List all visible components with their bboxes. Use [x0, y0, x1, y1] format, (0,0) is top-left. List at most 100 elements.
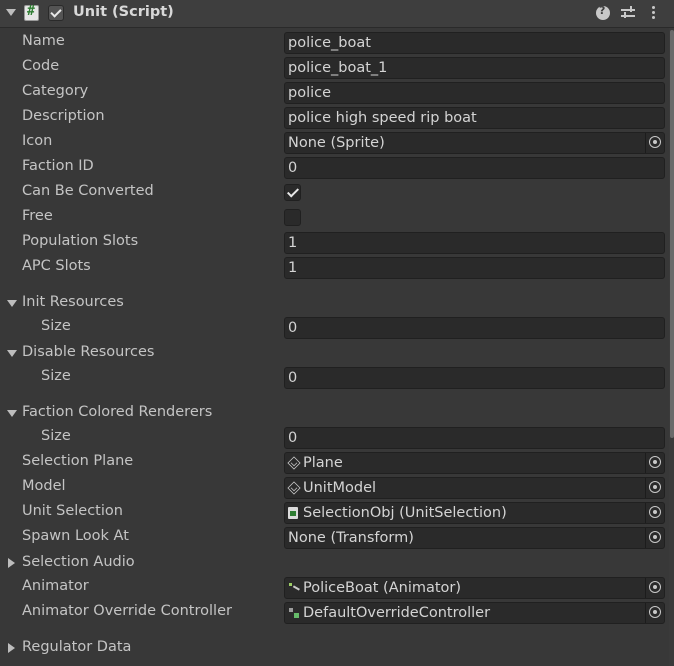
- field-row-faction-colored-renderers-size: Size 0: [0, 425, 674, 450]
- field-label: Animator Override Controller: [22, 603, 232, 619]
- field-row-animator-override-controller: Animator Override Controller DefaultOver…: [0, 600, 674, 625]
- object-picker-button[interactable]: [645, 503, 664, 523]
- field-row-population-slots: Population Slots 1: [0, 230, 674, 255]
- field-label: Can Be Converted: [22, 183, 154, 199]
- field-label: Unit Selection: [22, 503, 123, 519]
- field-label: Category: [22, 83, 89, 99]
- cube-icon: [287, 481, 301, 495]
- object-picker-icon: [649, 136, 661, 148]
- object-picker-button[interactable]: [645, 133, 664, 153]
- field-row-category: Category police: [0, 80, 674, 105]
- field-label: Spawn Look At: [22, 528, 129, 544]
- unit-selection-object-field[interactable]: SelectionObj (UnitSelection): [284, 502, 665, 524]
- preset-icon[interactable]: [621, 6, 635, 20]
- foldout-faction-colored-renderers[interactable]: Faction Colored Renderers: [0, 401, 674, 426]
- help-icon[interactable]: [596, 4, 610, 20]
- cube-icon: [287, 456, 301, 470]
- field-label: Size: [41, 318, 71, 334]
- animator-object-field[interactable]: PoliceBoat (Animator): [284, 577, 665, 599]
- foldout-disable-resources[interactable]: Disable Resources: [0, 341, 674, 366]
- foldout-selection-audio[interactable]: Selection Audio: [0, 551, 674, 576]
- foldout-arrow-icon[interactable]: [8, 558, 15, 568]
- disable-resources-size-input[interactable]: 0: [284, 367, 665, 389]
- field-row-free: Free: [0, 205, 674, 230]
- foldout-arrow-icon[interactable]: [7, 300, 17, 307]
- field-row-model: Model UnitModel: [0, 475, 674, 500]
- foldout-label: Disable Resources: [22, 344, 155, 360]
- field-label: APC Slots: [22, 258, 91, 274]
- field-label: Faction ID: [22, 158, 94, 174]
- field-row-disable-resources-size: Size 0: [0, 365, 674, 390]
- field-row-spawn-look-at: Spawn Look At None (Transform): [0, 525, 674, 550]
- field-label: Description: [22, 108, 105, 124]
- apc-slots-input[interactable]: 1: [284, 257, 665, 279]
- override-controller-icon: [288, 607, 300, 619]
- kebab-menu-icon[interactable]: [647, 6, 659, 20]
- object-picker-icon: [649, 456, 661, 468]
- field-label: Size: [41, 428, 71, 444]
- object-picker-icon: [649, 581, 661, 593]
- model-object-field[interactable]: UnitModel: [284, 477, 665, 499]
- code-input[interactable]: police_boat_1: [284, 57, 665, 79]
- faction-id-input[interactable]: 0: [284, 157, 665, 179]
- component-title: Unit (Script): [73, 4, 174, 20]
- foldout-regulator-data[interactable]: Regulator Data: [0, 636, 674, 661]
- object-picker-button[interactable]: [645, 578, 664, 598]
- foldout-arrow-icon[interactable]: [8, 643, 15, 653]
- spawn-look-at-object-field[interactable]: None (Transform): [284, 527, 665, 549]
- foldout-label: Faction Colored Renderers: [22, 404, 213, 420]
- object-picker-button[interactable]: [645, 453, 664, 473]
- init-resources-size-input[interactable]: 0: [284, 317, 665, 339]
- object-picker-button[interactable]: [645, 478, 664, 498]
- foldout-label: Selection Audio: [22, 554, 135, 570]
- field-row-name: Name police_boat: [0, 30, 674, 55]
- object-picker-icon: [649, 531, 661, 543]
- foldout-arrow-icon[interactable]: [7, 350, 17, 357]
- object-picker-button[interactable]: [645, 528, 664, 548]
- name-input[interactable]: police_boat: [284, 32, 665, 54]
- field-row-apc-slots: APC Slots 1: [0, 255, 674, 280]
- category-input[interactable]: police: [284, 82, 665, 104]
- field-label: Free: [22, 208, 53, 224]
- field-label: Selection Plane: [22, 453, 134, 469]
- scrollbar-thumb[interactable]: [670, 30, 674, 438]
- icon-object-field[interactable]: None (Sprite): [284, 132, 665, 154]
- field-label: Size: [41, 368, 71, 384]
- component-header: Unit (Script): [0, 0, 674, 28]
- field-label: Animator: [22, 578, 89, 594]
- field-label: Model: [22, 478, 66, 494]
- faction-colored-renderers-size-input[interactable]: 0: [284, 427, 665, 449]
- foldout-label: Regulator Data: [22, 639, 132, 655]
- script-icon: [24, 4, 39, 21]
- foldout-init-resources[interactable]: Init Resources: [0, 291, 674, 316]
- field-label: Icon: [22, 133, 53, 149]
- can-be-converted-checkbox[interactable]: [284, 184, 301, 201]
- field-row-init-resources-size: Size 0: [0, 315, 674, 340]
- field-row-icon: Icon None (Sprite): [0, 130, 674, 155]
- free-checkbox[interactable]: [284, 209, 301, 226]
- population-slots-input[interactable]: 1: [284, 232, 665, 254]
- field-label: Population Slots: [22, 233, 139, 249]
- foldout-arrow-icon[interactable]: [7, 410, 17, 417]
- selection-plane-object-field[interactable]: Plane: [284, 452, 665, 474]
- script-file-icon: [288, 507, 298, 519]
- fold-arrow-icon[interactable]: [6, 9, 16, 16]
- field-row-can-be-converted: Can Be Converted: [0, 180, 674, 205]
- field-label: Code: [22, 58, 60, 74]
- field-row-selection-plane: Selection Plane Plane: [0, 450, 674, 475]
- object-picker-icon: [649, 481, 661, 493]
- animator-override-controller-object-field[interactable]: DefaultOverrideController: [284, 602, 665, 624]
- field-row-unit-selection: Unit Selection SelectionObj (UnitSelecti…: [0, 500, 674, 525]
- object-picker-icon: [649, 606, 661, 618]
- description-input[interactable]: police high speed rip boat: [284, 107, 665, 129]
- field-row-description: Description police high speed rip boat: [0, 105, 674, 130]
- animator-icon: [288, 582, 300, 594]
- component-enabled-toggle[interactable]: [48, 5, 64, 21]
- field-row-animator: Animator PoliceBoat (Animator): [0, 575, 674, 600]
- foldout-label: Init Resources: [22, 294, 124, 310]
- object-picker-button[interactable]: [645, 603, 664, 623]
- field-label: Name: [22, 33, 65, 49]
- field-row-faction-id: Faction ID 0: [0, 155, 674, 180]
- field-row-code: Code police_boat_1: [0, 55, 674, 80]
- object-picker-icon: [649, 506, 661, 518]
